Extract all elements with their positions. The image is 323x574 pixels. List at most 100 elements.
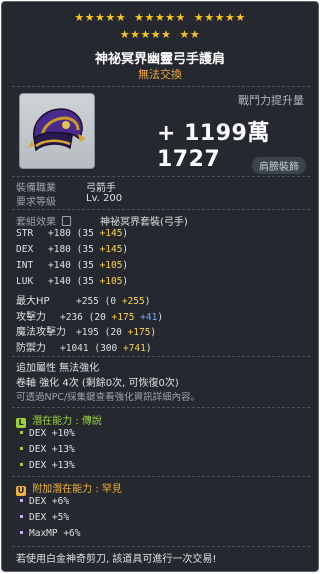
potential-value: MaxMP +6% bbox=[29, 528, 81, 539]
set-effect-label: 套組效果 bbox=[16, 217, 56, 228]
star-group: ★★★★★ bbox=[119, 28, 172, 41]
stat-close: ) bbox=[122, 243, 129, 255]
stat-name: 最大HP bbox=[16, 295, 50, 307]
stat-base: (35 bbox=[76, 243, 94, 255]
stat-total: +1041 bbox=[60, 343, 89, 355]
stat-name: DEX bbox=[16, 243, 34, 255]
stat-close: ) bbox=[150, 327, 157, 339]
set-effect-row: 套組效果 神祕冥界套裝(弓手) bbox=[16, 213, 188, 228]
potential-line: DEX +10% bbox=[20, 428, 75, 439]
star-force-row-2: ★★★★★ ★★ bbox=[2, 29, 318, 41]
stat-row: 最大HP +255 (0 +255) bbox=[16, 292, 150, 307]
bullet-icon bbox=[20, 499, 23, 502]
stat-name: 防禦力 bbox=[16, 343, 46, 355]
item-name: 神祕冥界幽靈弓手護肩 bbox=[94, 52, 225, 67]
stat-total: +255 bbox=[76, 295, 99, 307]
job-value: 弓箭手 bbox=[86, 183, 116, 194]
stat-close: ) bbox=[144, 295, 151, 307]
stat-name: 魔法攻擊力 bbox=[16, 327, 66, 339]
additional-option-line: 追加屬性 無法強化 bbox=[16, 363, 100, 374]
stat-total: +180 bbox=[48, 228, 71, 239]
stat-total: +180 bbox=[48, 243, 71, 255]
potential-value: DEX +5% bbox=[29, 512, 70, 523]
potential-line: DEX +13% bbox=[20, 444, 75, 455]
divider bbox=[12, 546, 310, 547]
potential-value: DEX +13% bbox=[29, 444, 75, 455]
potential-line: DEX +5% bbox=[20, 512, 69, 523]
stat-base: (300 bbox=[94, 343, 118, 355]
potential-line: DEX +6% bbox=[20, 496, 69, 507]
stat-close: ) bbox=[157, 311, 164, 323]
stat-name: 攻擊力 bbox=[16, 311, 46, 323]
potential-line: DEX +13% bbox=[20, 460, 75, 471]
stat-row: 防禦力 +1041 (300 +741) bbox=[16, 339, 152, 354]
set-effect-value: 神祕冥界套裝(弓手) bbox=[100, 217, 188, 228]
stat-bonus: +105 bbox=[99, 275, 123, 287]
stat-base: (35 bbox=[76, 275, 94, 287]
trade-status: 無法交換 bbox=[138, 68, 182, 81]
stat-base: (20 bbox=[104, 327, 122, 339]
stat-enhance: +41 bbox=[140, 311, 158, 323]
divider bbox=[12, 407, 310, 408]
star-group: ★★ bbox=[179, 28, 201, 41]
trade-hint: 若使用白金神奇剪刀, 該道具可進行一次交易! bbox=[16, 554, 217, 565]
bullet-icon bbox=[20, 431, 23, 434]
level-row: 要求等級 Lv. 200 bbox=[16, 193, 122, 208]
bullet-icon bbox=[20, 515, 23, 518]
legendary-icon: L bbox=[16, 418, 26, 428]
stat-base: (0 bbox=[104, 295, 117, 307]
stat-bonus: +145 bbox=[99, 228, 123, 239]
potential-value: DEX +6% bbox=[29, 496, 70, 507]
additional-potential-label: 附加潛在能力 : 罕見 bbox=[32, 484, 122, 495]
shoulder-armor-icon bbox=[28, 108, 86, 152]
stat-bonus: +175 bbox=[111, 311, 135, 323]
enhance-info-hint: 可透過NPC/採集鍵查看強化資訊詳細內容。 bbox=[16, 392, 201, 403]
combat-power-label: 戰鬥力提升量 bbox=[238, 94, 304, 107]
potential-header: L 潛在能力 : 傳說 bbox=[16, 412, 102, 428]
item-tooltip: ★★★★★ ★★★★★ ★★★★★ ★★★★★ ★★ 神祕冥界幽靈弓手護肩 無法… bbox=[1, 1, 319, 572]
divider bbox=[12, 209, 310, 210]
potential-value: DEX +13% bbox=[29, 460, 75, 471]
divider bbox=[12, 356, 310, 357]
stat-close: ) bbox=[145, 343, 152, 355]
item-icon-frame bbox=[19, 93, 95, 169]
stat-base: (35 bbox=[76, 259, 94, 271]
stat-total: +236 bbox=[60, 311, 83, 323]
stat-row: DEX +180 (35 +145) bbox=[16, 244, 128, 255]
bullet-icon bbox=[20, 531, 23, 534]
divider bbox=[12, 476, 310, 477]
level-label: 要求等級 bbox=[16, 197, 56, 208]
stat-bonus: +255 bbox=[121, 295, 145, 307]
star-force-row-1: ★★★★★ ★★★★★ ★★★★★ bbox=[2, 12, 318, 24]
additional-potential-header: U 附加潛在能力 : 罕見 bbox=[16, 480, 122, 496]
divider bbox=[12, 86, 310, 87]
stat-bonus: +175 bbox=[127, 327, 151, 339]
stat-name: STR bbox=[16, 228, 34, 239]
potential-line: MaxMP +6% bbox=[20, 528, 80, 539]
stat-total: +140 bbox=[48, 275, 71, 287]
stat-row: STR +180 (35 +145) bbox=[16, 228, 128, 239]
bullet-icon bbox=[20, 463, 23, 466]
stat-row: 魔法攻擊力 +195 (20 +175) bbox=[16, 323, 156, 338]
job-row: 裝備職業 弓箭手 bbox=[16, 179, 116, 194]
stat-total: +140 bbox=[48, 259, 71, 271]
stat-base: (35 bbox=[76, 228, 94, 239]
bullet-icon bbox=[20, 447, 23, 450]
slot-badge: 肩膀裝飾 bbox=[252, 157, 306, 174]
stat-bonus: +105 bbox=[99, 259, 123, 271]
stat-close: ) bbox=[122, 228, 129, 239]
lock-icon bbox=[62, 216, 72, 226]
divider bbox=[12, 176, 310, 177]
stat-close: ) bbox=[122, 275, 129, 287]
star-group: ★★★★★ bbox=[193, 11, 246, 24]
potential-label: 潛在能力 : 傳說 bbox=[32, 416, 102, 427]
stat-bonus: +145 bbox=[99, 243, 123, 255]
scroll-enhance-line: 卷軸 強化 4次 (剩餘0次, 可恢復0次) bbox=[16, 378, 179, 389]
stat-bonus: +741 bbox=[122, 343, 146, 355]
stat-row: INT +140 (35 +105) bbox=[16, 260, 128, 271]
stat-name: LUK bbox=[16, 275, 34, 287]
level-value: Lv. 200 bbox=[86, 193, 123, 204]
star-group: ★★★★★ bbox=[74, 11, 127, 24]
stat-row: LUK +140 (35 +105) bbox=[16, 276, 128, 287]
potential-value: DEX +10% bbox=[29, 428, 75, 439]
